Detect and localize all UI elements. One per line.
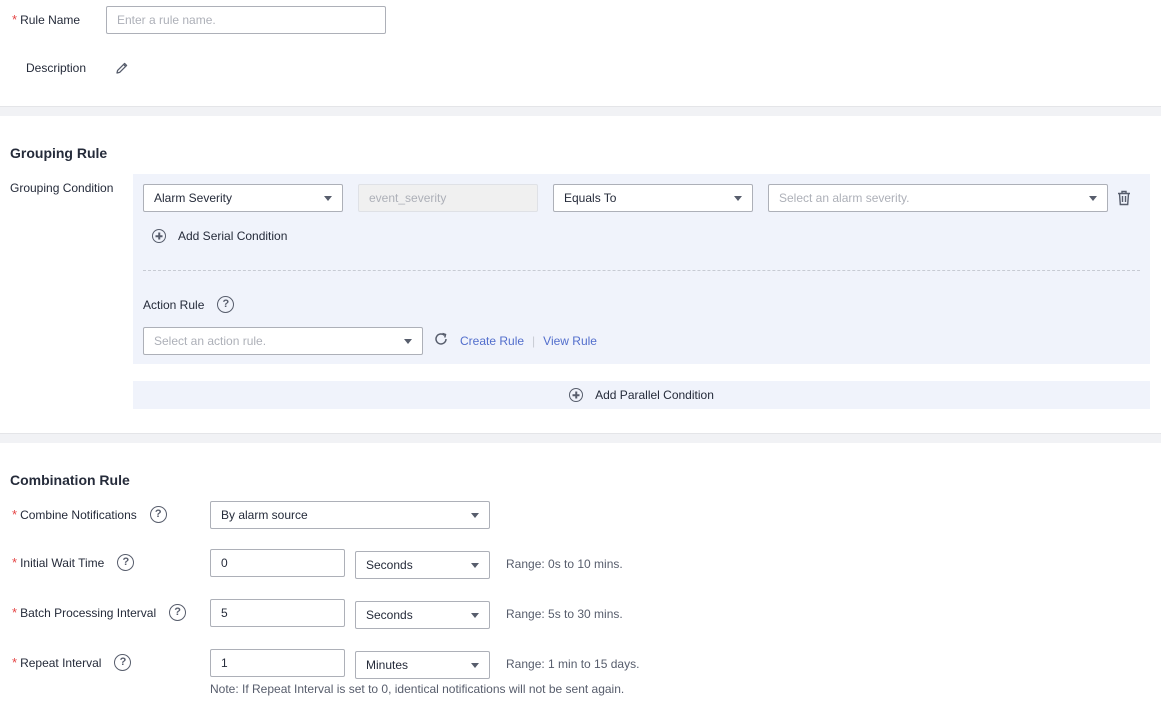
view-rule-link[interactable]: View Rule <box>543 334 597 348</box>
dashed-divider <box>143 270 1140 271</box>
repeat-interval-unit-select[interactable]: Minutes <box>355 651 490 679</box>
repeat-interval-label: * Repeat Interval ? <box>12 654 132 671</box>
create-rule-link[interactable]: Create Rule <box>460 334 524 348</box>
batch-processing-unit-select[interactable]: Seconds <box>355 601 490 629</box>
initial-wait-time-input[interactable] <box>210 549 345 577</box>
link-separator: | <box>532 334 536 348</box>
repeat-interval-range-hint: Range: 1 min to 15 days. <box>506 657 640 671</box>
grouping-rule-title: Grouping Rule <box>10 145 108 161</box>
edit-pencil-icon[interactable] <box>114 60 130 76</box>
batch-processing-interval-input[interactable] <box>210 599 345 627</box>
repeat-interval-input[interactable] <box>210 649 345 677</box>
required-asterisk: * <box>12 605 18 620</box>
rule-name-label: * Rule Name <box>12 12 81 27</box>
required-asterisk: * <box>12 655 18 670</box>
section-divider <box>0 433 1161 443</box>
chevron-down-icon <box>734 195 742 201</box>
initial-wait-range-hint: Range: 0s to 10 mins. <box>506 557 623 571</box>
chevron-down-icon <box>404 338 412 344</box>
action-rule-links: Create Rule | View Rule <box>460 334 597 348</box>
chevron-down-icon <box>324 195 332 201</box>
required-asterisk: * <box>12 555 18 570</box>
add-parallel-condition-button[interactable]: Add Parallel Condition <box>133 381 1150 409</box>
condition-operator-select[interactable]: Equals To <box>553 184 753 212</box>
batch-processing-interval-label: * Batch Processing Interval ? <box>12 604 187 621</box>
action-rule-label: Action Rule ? <box>143 296 235 313</box>
condition-value-select[interactable]: Select an alarm severity. <box>768 184 1108 212</box>
initial-wait-unit-select[interactable]: Seconds <box>355 551 490 579</box>
help-question-icon[interactable]: ? <box>114 654 132 671</box>
help-question-icon[interactable]: ? <box>117 554 135 571</box>
chevron-down-icon <box>1089 195 1097 201</box>
add-serial-condition-button[interactable]: Add Serial Condition <box>152 229 287 243</box>
chevron-down-icon <box>471 662 479 668</box>
batch-processing-range-hint: Range: 5s to 30 mins. <box>506 607 623 621</box>
combine-notifications-label: * Combine Notifications ? <box>12 506 167 523</box>
help-question-icon[interactable]: ? <box>217 296 235 313</box>
description-label: Description <box>26 61 87 75</box>
chevron-down-icon <box>471 612 479 618</box>
help-question-icon[interactable]: ? <box>169 604 187 621</box>
combine-notifications-select[interactable]: By alarm source <box>210 501 490 529</box>
required-asterisk: * <box>12 507 18 522</box>
chevron-down-icon <box>471 512 479 518</box>
chevron-down-icon <box>471 562 479 568</box>
grouping-condition-label: Grouping Condition <box>10 181 114 195</box>
initial-wait-time-label: * Initial Wait Time ? <box>12 554 135 571</box>
add-circle-icon <box>569 388 584 402</box>
condition-field-key <box>358 184 538 212</box>
required-asterisk: * <box>12 12 18 27</box>
refresh-icon[interactable] <box>433 331 449 347</box>
delete-trash-icon[interactable] <box>1117 190 1133 206</box>
action-rule-select[interactable]: Select an action rule. <box>143 327 423 355</box>
condition-field-select[interactable]: Alarm Severity <box>143 184 343 212</box>
add-circle-icon <box>152 229 166 243</box>
section-divider <box>0 106 1161 116</box>
help-question-icon[interactable]: ? <box>149 506 167 523</box>
combination-rule-title: Combination Rule <box>10 472 130 488</box>
repeat-interval-note: Note: If Repeat Interval is set to 0, id… <box>210 682 625 696</box>
rule-name-input[interactable] <box>106 6 386 34</box>
